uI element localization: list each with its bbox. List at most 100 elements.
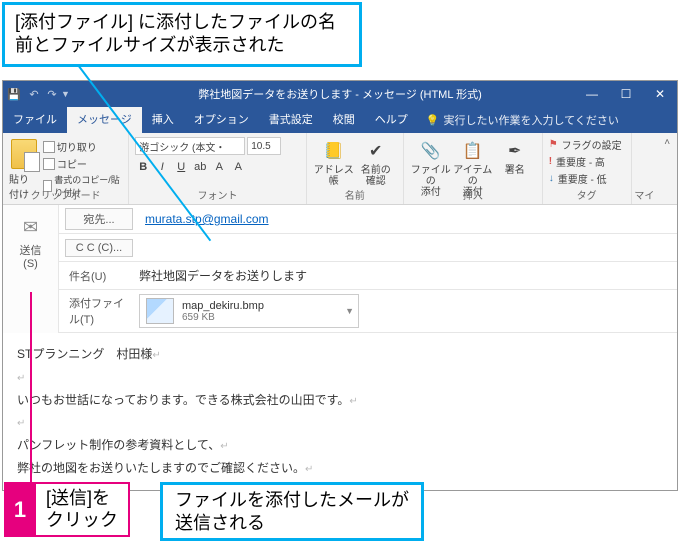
bulb-icon: 💡: [426, 114, 440, 127]
message-body[interactable]: STプランニング 村田様↵ ↵ いつもお世話になっております。できる株式会社の山…: [3, 333, 677, 490]
my-group-label: マイ: [632, 187, 658, 202]
qat-dropdown-icon[interactable]: ▼: [61, 89, 75, 99]
exclamation-icon: !: [549, 156, 552, 167]
ribbon-group-names: 📒 アドレス帳 ✔ 名前の確認 名前: [307, 133, 404, 204]
attachment-thumbnail-icon: [146, 298, 174, 324]
font-size-select[interactable]: 10.5: [247, 137, 281, 155]
paste-icon: [11, 139, 37, 169]
close-button[interactable]: ✕: [643, 87, 677, 101]
check-names-button[interactable]: ✔ 名前の確認: [355, 135, 397, 187]
paperclip-icon: 📎: [419, 139, 443, 163]
collapse-ribbon-button[interactable]: ˄: [657, 133, 677, 204]
maximize-button[interactable]: ☐: [609, 87, 643, 101]
copy-label: コピー: [57, 156, 87, 171]
address-book-label: アドレス帳: [313, 165, 355, 187]
font-name-select[interactable]: 游ゴシック (本文・: [135, 137, 245, 155]
ribbon-group-tags: ⚑ フラグの設定 ! 重要度 - 高 ↓ 重要度 - 低 タグ: [543, 133, 632, 204]
callout-bottom: ファイルを添付したメールが送信される: [160, 482, 424, 541]
signature-button[interactable]: ✒ 署名: [494, 135, 536, 176]
arrow-down-icon: ↓: [549, 173, 554, 184]
attachment-dropdown-icon[interactable]: ▼: [345, 306, 354, 316]
send-label: 送信(S): [20, 242, 42, 270]
tab-help[interactable]: ヘルプ: [365, 107, 418, 133]
body-line: ↵: [17, 411, 663, 434]
flag-icon: ⚑: [549, 139, 558, 150]
high-importance-label: 重要度 - 高: [556, 154, 605, 169]
check-names-icon: ✔: [364, 139, 388, 163]
names-group-label: 名前: [307, 187, 403, 202]
body-line: パンフレット制作の参考資料として、↵: [17, 434, 663, 457]
step-number: 1: [4, 482, 36, 537]
tell-me-label: 実行したい作業を入力してください: [443, 112, 618, 128]
step-text: [送信]をクリック: [36, 482, 130, 537]
save-icon[interactable]: 💾: [3, 88, 25, 101]
strike-button[interactable]: ab: [192, 159, 208, 175]
step-callout: 1 [送信]をクリック: [4, 482, 130, 537]
font-group-label: フォント: [129, 187, 305, 202]
tags-group-label: タグ: [543, 187, 631, 202]
tab-review[interactable]: 校閲: [323, 107, 365, 133]
cc-field[interactable]: [139, 244, 677, 252]
subject-row: 件名(U) 弊社地図データをお送りします: [59, 262, 677, 290]
underline-button[interactable]: U: [173, 159, 189, 175]
ribbon-group-clipboard: 貼り付け 切り取り コピー 書式のコピー/貼り付け クリップボード: [3, 133, 129, 204]
compose-area: ✉ 送信(S) 宛先... murata.stp@gmail.com C C (…: [3, 205, 677, 333]
body-line: 弊社の地図をお送りいたしますのでご確認ください。↵: [17, 457, 663, 480]
redo-icon[interactable]: ↷: [43, 88, 61, 101]
body-line: STプランニング 村田様↵: [17, 343, 663, 366]
attach-item-icon: 📋: [461, 139, 485, 163]
high-importance-button[interactable]: ! 重要度 - 高: [549, 154, 625, 169]
ribbon-tabs: ファイル メッセージ 挿入 オプション 書式設定 校閲 ヘルプ 💡 実行したい作…: [3, 107, 677, 133]
undo-icon[interactable]: ↶: [25, 88, 43, 101]
signature-icon: ✒: [503, 139, 527, 163]
check-names-label: 名前の確認: [361, 165, 391, 187]
flag-label: フラグの設定: [562, 137, 622, 152]
attachment-label: 添付ファイル(T): [59, 295, 133, 327]
copy-button[interactable]: コピー: [43, 156, 122, 171]
ribbon: 貼り付け 切り取り コピー 書式のコピー/貼り付け クリップボード 游ゴシック …: [3, 133, 677, 205]
step-pointer-line: [30, 292, 32, 488]
to-row: 宛先... murata.stp@gmail.com: [59, 205, 677, 234]
body-line: いつもお世話になっております。できる株式会社の山田です。↵: [17, 389, 663, 412]
subject-label: 件名(U): [59, 268, 133, 284]
highlight-button[interactable]: A: [211, 159, 227, 175]
copy-icon: [43, 158, 55, 170]
include-group-label: 挿入: [404, 187, 542, 202]
attachment-name: map_dekiru.bmp: [182, 300, 264, 312]
to-field[interactable]: murata.stp@gmail.com: [139, 208, 677, 230]
send-icon: ✉: [23, 217, 38, 238]
minimize-button[interactable]: —: [575, 87, 609, 101]
low-importance-label: 重要度 - 低: [558, 171, 607, 186]
to-button[interactable]: 宛先...: [65, 208, 133, 230]
window-title: 弊社地図データをお送りします - メッセージ (HTML 形式): [198, 86, 482, 102]
subject-field[interactable]: 弊社地図データをお送りします: [133, 263, 677, 288]
title-bar: 💾 ↶ ↷ ▼ 弊社地図データをお送りします - メッセージ (HTML 形式)…: [3, 81, 677, 107]
address-book-icon: 📒: [322, 139, 346, 163]
signature-label: 署名: [505, 165, 525, 176]
clipboard-group-label: クリップボード: [3, 187, 128, 202]
tab-format[interactable]: 書式設定: [259, 107, 323, 133]
attachment-size: 659 KB: [182, 312, 264, 323]
callout-top: [添付ファイル] に添付したファイルの名前とファイルサイズが表示された: [2, 2, 362, 67]
tab-insert[interactable]: 挿入: [142, 107, 184, 133]
ribbon-group-include: 📎 ファイルの添付 📋 アイテムの添付 ✒ 署名 挿入: [404, 133, 543, 204]
attachment-row: 添付ファイル(T) map_dekiru.bmp 659 KB ▼: [59, 290, 677, 333]
outlook-window: 💾 ↶ ↷ ▼ 弊社地図データをお送りします - メッセージ (HTML 形式)…: [2, 80, 678, 491]
follow-up-button[interactable]: ⚑ フラグの設定: [549, 137, 625, 152]
font-color-button[interactable]: A: [230, 159, 246, 175]
ribbon-group-my: マイ: [632, 133, 658, 204]
address-book-button[interactable]: 📒 アドレス帳: [313, 135, 355, 187]
tab-file[interactable]: ファイル: [3, 107, 67, 133]
cut-button[interactable]: 切り取り: [43, 139, 122, 154]
tell-me-search[interactable]: 💡 実行したい作業を入力してください: [426, 112, 619, 128]
cut-icon: [43, 141, 55, 153]
low-importance-button[interactable]: ↓ 重要度 - 低: [549, 171, 625, 186]
cc-row: C C (C)...: [59, 234, 677, 262]
attachment-chip[interactable]: map_dekiru.bmp 659 KB ▼: [139, 294, 359, 328]
tab-options[interactable]: オプション: [184, 107, 259, 133]
cut-label: 切り取り: [57, 139, 97, 154]
header-fields: 宛先... murata.stp@gmail.com C C (C)... 件名…: [59, 205, 677, 333]
tab-message[interactable]: メッセージ: [67, 107, 142, 133]
cc-button[interactable]: C C (C)...: [65, 239, 133, 257]
body-line: ↵: [17, 366, 663, 389]
